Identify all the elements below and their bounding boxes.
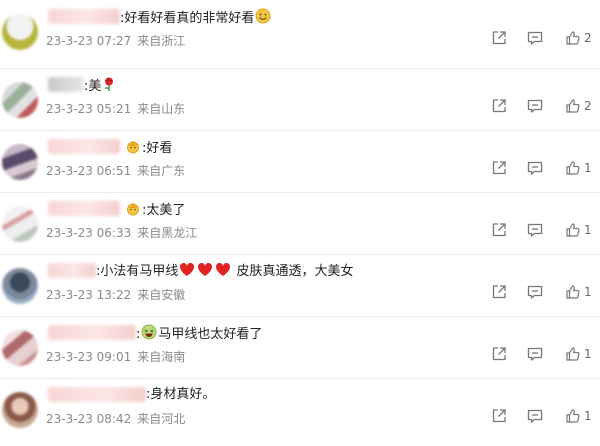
comment-actions: 1: [486, 221, 596, 243]
comment-item: :美 23-3-23 05:21 来自山东 2: [0, 74, 600, 136]
comment-meta: 23-3-23 13:22 来自安徽: [46, 288, 186, 302]
comment-text: :好看好看真的非常好看: [120, 8, 272, 29]
comment-icon[interactable]: [526, 283, 544, 301]
comment-text: :美: [84, 76, 117, 97]
comment-icon[interactable]: [526, 97, 544, 115]
avatar[interactable]: [2, 206, 38, 242]
red-heart-icon: [197, 262, 213, 282]
red-heart-icon: [179, 262, 195, 282]
like-count: 1: [584, 347, 592, 361]
comment-meta: 23-3-23 07:27 来自浙江: [46, 34, 186, 48]
comment-icon[interactable]: [526, 159, 544, 177]
comment-item: : 马甲线也太好看了 23-3-23 09:01 来自海南 1: [0, 322, 600, 384]
comment-item: :好看好看真的非常好看 23-3-23 07:27 来自浙江 2: [0, 6, 600, 68]
comment-item: :好看 23-3-23 06:51 来自广东 1: [0, 136, 600, 198]
comment-icon[interactable]: [526, 345, 544, 363]
comment-meta: 23-3-23 05:21 来自山东: [46, 102, 186, 116]
avatar[interactable]: [2, 14, 38, 50]
like-count: 1: [584, 285, 592, 299]
avatar[interactable]: [2, 330, 38, 366]
like-icon[interactable]: [564, 97, 582, 115]
comment-text: :小法有马甲线 皮肤真通透，大美女: [96, 262, 354, 282]
like-icon[interactable]: [564, 29, 582, 47]
username-blurred[interactable]: [48, 263, 96, 278]
share-icon[interactable]: [490, 221, 508, 239]
username-blurred[interactable]: [48, 139, 120, 154]
comment-text: : 马甲线也太好看了: [136, 324, 262, 345]
crown-face-icon: [125, 138, 141, 159]
like-icon[interactable]: [564, 159, 582, 177]
avatar[interactable]: [2, 82, 38, 118]
avatar[interactable]: [2, 392, 38, 428]
comment-text: :身材真好。: [146, 387, 216, 402]
comment-actions: 2: [486, 97, 596, 119]
comment-actions: 1: [486, 407, 596, 429]
comment-meta: 23-3-23 09:01 来自海南: [46, 350, 186, 364]
like-icon[interactable]: [564, 345, 582, 363]
share-icon[interactable]: [490, 283, 508, 301]
share-icon[interactable]: [490, 345, 508, 363]
divider: [0, 68, 600, 69]
comment-icon[interactable]: [526, 407, 544, 425]
smile-face-icon: [255, 8, 271, 29]
avatar[interactable]: [2, 144, 38, 180]
comment-meta: 23-3-23 06:33 来自黑龙江: [46, 226, 198, 240]
comment-actions: 2: [486, 29, 596, 51]
divider: [0, 316, 600, 317]
crown-face-icon: [125, 200, 141, 221]
like-count: 1: [584, 223, 592, 237]
like-icon[interactable]: [564, 221, 582, 239]
red-heart-icon: [215, 262, 231, 282]
like-icon[interactable]: [564, 283, 582, 301]
divider: [0, 378, 600, 379]
divider: [0, 192, 600, 193]
username-blurred[interactable]: [48, 201, 120, 216]
comment-item: :小法有马甲线 皮肤真通透，大美女 23-3-23 13:22 来自安徽 1: [0, 260, 600, 322]
share-icon[interactable]: [490, 29, 508, 47]
like-count: 1: [584, 161, 592, 175]
divider: [0, 130, 600, 131]
divider: [0, 254, 600, 255]
like-icon[interactable]: [564, 407, 582, 425]
comment-icon[interactable]: [526, 29, 544, 47]
comment-item: :身材真好。 23-3-23 08:42 来自河北 1: [0, 384, 600, 446]
comment-item: :太美了 23-3-23 06:33 来自黑龙江 1: [0, 198, 600, 260]
username-blurred[interactable]: [48, 77, 84, 92]
like-count: 2: [584, 31, 592, 45]
comment-meta: 23-3-23 06:51 来自广东: [46, 164, 186, 178]
like-count: 2: [584, 99, 592, 113]
avatar[interactable]: [2, 268, 38, 304]
like-count: 1: [584, 409, 592, 423]
comment-meta: 23-3-23 08:42 来自河北: [46, 412, 186, 426]
comment-icon[interactable]: [526, 221, 544, 239]
share-icon[interactable]: [490, 159, 508, 177]
username-blurred[interactable]: [48, 387, 146, 402]
username-blurred[interactable]: [48, 9, 120, 24]
comment-text: :太美了: [124, 200, 185, 221]
share-icon[interactable]: [490, 407, 508, 425]
username-blurred[interactable]: [48, 325, 136, 340]
laughing-face-icon: [141, 324, 157, 345]
rose-icon: [102, 76, 116, 97]
share-icon[interactable]: [490, 97, 508, 115]
comment-actions: 1: [486, 283, 596, 305]
comment-actions: 1: [486, 345, 596, 367]
comment-actions: 1: [486, 159, 596, 181]
comment-text: :好看: [124, 138, 172, 159]
